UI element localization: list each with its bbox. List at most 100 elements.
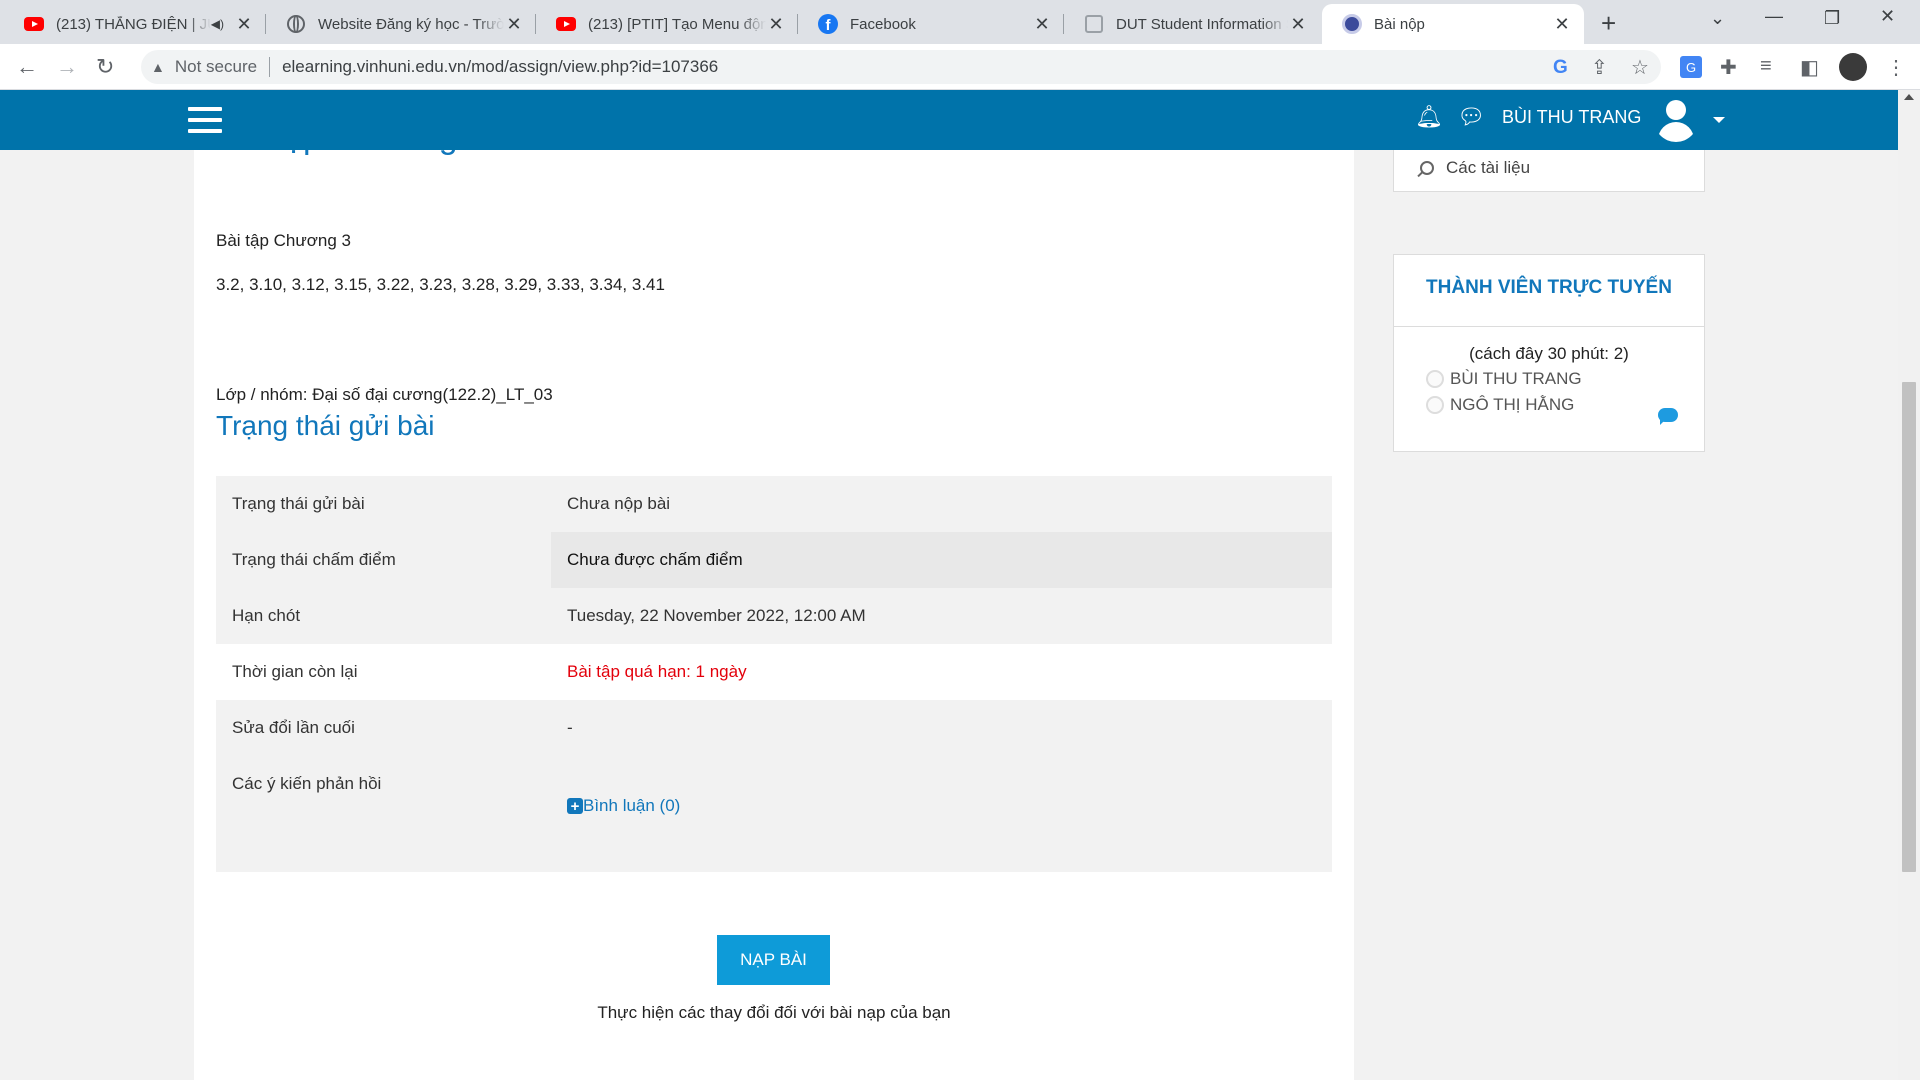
close-tab-icon[interactable]: ✕ <box>504 14 524 34</box>
assignment-title: Bài tập Chương 3 <box>216 231 351 250</box>
facebook-icon: f <box>818 14 838 34</box>
browser-tab-2[interactable]: Website Đăng ký học - Trường ✕ <box>266 4 536 44</box>
forward-icon[interactable]: → <box>56 54 78 80</box>
submit-note: Thực hiện các thay đổi đối với bài nạp c… <box>597 1003 951 1022</box>
messages-icon[interactable]: 💬︎ <box>1457 104 1485 130</box>
table-row: Sửa đổi lần cuối - <box>216 700 1332 756</box>
row-label: Hạn chót <box>232 606 301 625</box>
browser-tab-bar: (213) THẮNG ĐIỆN | JUSTATEE ◀︎) ✕ Websit… <box>0 0 1920 44</box>
tab-title: (213) THẮNG ĐIỆN | JUSTATEE <box>56 15 211 33</box>
submit-assignment-button[interactable]: NẠP BÀI <box>717 935 830 985</box>
row-value: Chưa nộp bài <box>567 494 671 513</box>
close-tab-icon[interactable]: ✕ <box>1288 14 1308 34</box>
browser-tab-5[interactable]: DUT Student Information System ✕ <box>1064 4 1320 44</box>
scroll-up-icon[interactable] <box>1904 94 1914 100</box>
online-user-name: NGÔ THỊ HẰNG <box>1450 395 1575 414</box>
search-icon <box>1420 161 1434 175</box>
extensions-icon[interactable]: ✚ <box>1720 55 1737 80</box>
browser-tab-4[interactable]: f Facebook ✕ <box>798 4 1064 44</box>
google-icon[interactable]: G <box>1553 56 1568 79</box>
user-menu-caret-icon[interactable] <box>1713 117 1725 123</box>
youtube-icon <box>556 14 576 34</box>
youtube-icon <box>24 14 44 34</box>
bookmark-star-icon[interactable]: ☆ <box>1631 55 1649 80</box>
online-users-subtitle: (cách đây 30 phút: 2) <box>1469 344 1629 363</box>
send-message-icon[interactable] <box>1658 408 1678 425</box>
assignment-exercises: 3.2, 3.10, 3.12, 3.15, 3.22, 3.23, 3.28,… <box>216 275 665 294</box>
close-tab-icon[interactable]: ✕ <box>766 14 786 34</box>
overdue-value: Bài tập quá hạn: 1 ngày <box>567 662 747 681</box>
table-row: Các ý kiến phản hồi + Bình luận (0) <box>216 756 1332 872</box>
omnibox[interactable]: ▲ Not secure elearning.vinhuni.edu.vn/mo… <box>141 50 1661 84</box>
speaker-icon[interactable]: ◀︎) <box>211 17 224 31</box>
comments-link[interactable]: + Bình luận (0) <box>567 796 680 816</box>
url-text[interactable]: elearning.vinhuni.edu.vn/mod/assign/view… <box>282 57 718 77</box>
moodle-icon <box>1342 14 1362 34</box>
user-icon <box>1426 370 1444 388</box>
security-label[interactable]: Not secure <box>175 57 257 77</box>
row-label: Thời gian còn lại <box>232 662 358 681</box>
tab-title: Website Đăng ký học - Trường <box>318 15 504 33</box>
table-row: Hạn chót Tuesday, 22 November 2022, 12:0… <box>216 588 1332 644</box>
table-row: Trạng thái chấm điểm Chưa được chấm điểm <box>216 532 1332 588</box>
row-label: Trạng thái chấm điểm <box>232 550 396 569</box>
page-scrollbar[interactable] <box>1898 90 1920 1080</box>
globe-icon <box>286 14 306 34</box>
reload-icon[interactable]: ↻ <box>96 54 114 80</box>
tab-title: Bài nộp <box>1374 15 1425 33</box>
browser-tab-1[interactable]: (213) THẮNG ĐIỆN | JUSTATEE ◀︎) ✕ <box>4 4 266 44</box>
profile-avatar[interactable] <box>1839 53 1867 81</box>
close-tab-icon[interactable]: ✕ <box>1552 14 1572 34</box>
menu-kebab-icon[interactable]: ⋮ <box>1886 55 1906 80</box>
table-row: Thời gian còn lại Bài tập quá hạn: 1 ngà… <box>216 644 1332 700</box>
side-panel-icon[interactable]: ◧ <box>1800 55 1819 80</box>
comments-link-label: Bình luận (0) <box>583 796 681 815</box>
browser-tab-active[interactable]: Bài nộp ✕ <box>1322 4 1584 44</box>
documents-link-label: Các tài liệu <box>1446 158 1531 177</box>
hamburger-menu-icon[interactable] <box>188 107 222 133</box>
group-label: Lớp / nhóm: Đại số đại cương(122.2)_LT_0… <box>216 385 553 404</box>
submission-status-table: Trạng thái gửi bài Chưa nộp bài Trạng th… <box>216 476 1332 872</box>
main-content: Bài tập Chương 3 Bài tập Chương 3 3.2, 3… <box>194 90 1354 1080</box>
online-user-name: BÙI THU TRANG <box>1450 369 1582 388</box>
user-name[interactable]: BÙI THU TRANG <box>1502 107 1641 128</box>
restore-icon[interactable]: ❐ <box>1824 8 1840 29</box>
documents-link[interactable]: Các tài liệu <box>1420 158 1530 178</box>
row-value: Tuesday, 22 November 2022, 12:00 AM <box>567 606 866 625</box>
user-icon <box>1426 396 1444 414</box>
row-value: + Bình luận (0) <box>551 756 1332 872</box>
tab-title: DUT Student Information System <box>1116 15 1288 33</box>
online-user-item[interactable]: NGÔ THỊ HẰNG <box>1426 395 1574 415</box>
online-user-item[interactable]: BÙI THU TRANG <box>1426 369 1582 389</box>
notification-bell-icon[interactable]: 🔔︎ <box>1415 104 1443 130</box>
online-users-title: THÀNH VIÊN TRỰC TUYẾN <box>1426 277 1672 298</box>
row-label: Trạng thái gửi bài <box>232 494 365 513</box>
translate-icon[interactable]: G <box>1680 56 1702 78</box>
user-avatar-icon[interactable] <box>1654 98 1698 142</box>
minimize-icon[interactable]: — <box>1765 6 1783 27</box>
status-heading: Trạng thái gửi bài <box>216 410 435 441</box>
scrollbar-thumb[interactable] <box>1902 382 1916 872</box>
reading-list-icon[interactable]: ≡ <box>1760 55 1772 78</box>
browser-tab-3[interactable]: (213) [PTIT] Tạo Menu động ✕ <box>536 4 798 44</box>
row-value: Chưa được chấm điểm <box>551 532 1332 588</box>
site-navbar: 🔔︎ 💬︎ BÙI THU TRANG <box>0 90 1898 150</box>
tab-title: Facebook <box>850 15 916 33</box>
new-tab-icon[interactable]: + <box>1601 8 1616 39</box>
close-window-icon[interactable]: ✕ <box>1880 6 1895 27</box>
row-label: Sửa đổi lần cuối <box>232 718 355 737</box>
address-bar: ← → ↻ ▲ Not secure elearning.vinhuni.edu… <box>0 44 1920 90</box>
close-tab-icon[interactable]: ✕ <box>234 14 254 34</box>
row-value: - <box>567 718 573 737</box>
close-tab-icon[interactable]: ✕ <box>1032 14 1052 34</box>
document-icon <box>1084 14 1104 34</box>
table-row: Trạng thái gửi bài Chưa nộp bài <box>216 476 1332 532</box>
warning-icon[interactable]: ▲ <box>151 59 165 75</box>
tab-title: (213) [PTIT] Tạo Menu động <box>588 15 766 33</box>
page-viewport: Bài tập Chương 3 Bài tập Chương 3 3.2, 3… <box>0 90 1898 1080</box>
back-icon[interactable]: ← <box>16 54 38 80</box>
plus-icon: + <box>567 798 583 814</box>
online-users-block: THÀNH VIÊN TRỰC TUYẾN (cách đây 30 phút:… <box>1393 254 1705 452</box>
share-icon[interactable]: ⇪ <box>1591 55 1608 80</box>
tab-search-icon[interactable]: ⌄ <box>1710 8 1725 29</box>
